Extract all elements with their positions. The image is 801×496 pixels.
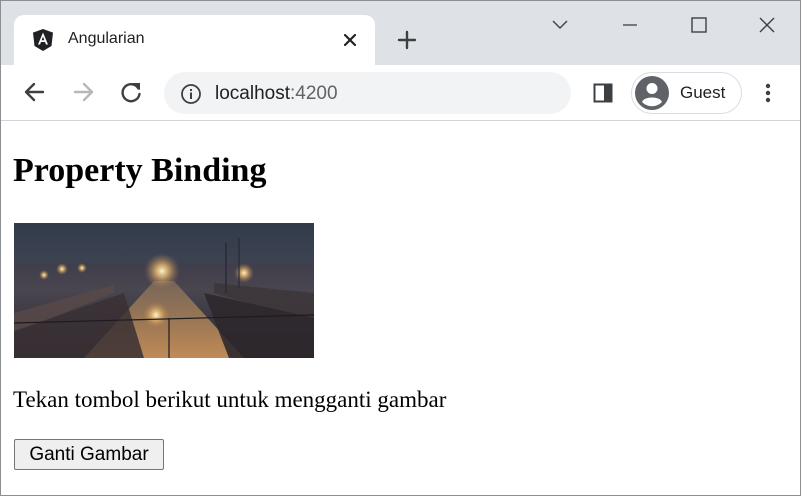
tab-angularian[interactable]: Angularian <box>14 15 375 65</box>
browser-toolbar: localhost:4200 Guest <box>1 65 800 121</box>
close-window-icon[interactable] <box>755 13 779 37</box>
back-icon[interactable] <box>22 79 48 105</box>
url-port: :4200 <box>290 83 338 104</box>
maximize-icon[interactable] <box>687 13 711 37</box>
forward-icon[interactable] <box>70 79 96 105</box>
url-host: localhost <box>215 83 290 104</box>
page-content: Property Binding Tekan tombol berikut un… <box>1 121 800 495</box>
url-text: localhost:4200 <box>215 83 338 105</box>
chevron-down-icon[interactable] <box>548 13 572 37</box>
page-title: Property Binding <box>13 152 267 189</box>
tab-title: Angularian <box>68 30 145 47</box>
instruction-text: Tekan tombol berikut untuk mengganti gam… <box>13 387 447 412</box>
tab-strip: Angularian <box>1 1 800 65</box>
side-panel-icon[interactable] <box>591 81 615 105</box>
close-icon[interactable] <box>340 30 360 50</box>
address-bar[interactable]: localhost:4200 <box>164 72 571 114</box>
minimize-icon[interactable] <box>618 13 642 37</box>
profile-button[interactable]: Guest <box>631 72 742 114</box>
kebab-menu-icon[interactable] <box>756 81 780 105</box>
reload-icon[interactable] <box>118 79 144 105</box>
avatar-icon <box>635 76 669 110</box>
info-icon[interactable] <box>180 83 202 105</box>
browser-window: Angularian localhost:4200 Guest Property… <box>0 0 801 496</box>
railway-photo <box>14 223 314 358</box>
profile-name: Guest <box>680 83 726 102</box>
angular-logo-icon <box>33 29 53 51</box>
change-image-button[interactable]: Ganti Gambar <box>14 439 164 470</box>
new-tab-icon[interactable] <box>395 28 419 52</box>
